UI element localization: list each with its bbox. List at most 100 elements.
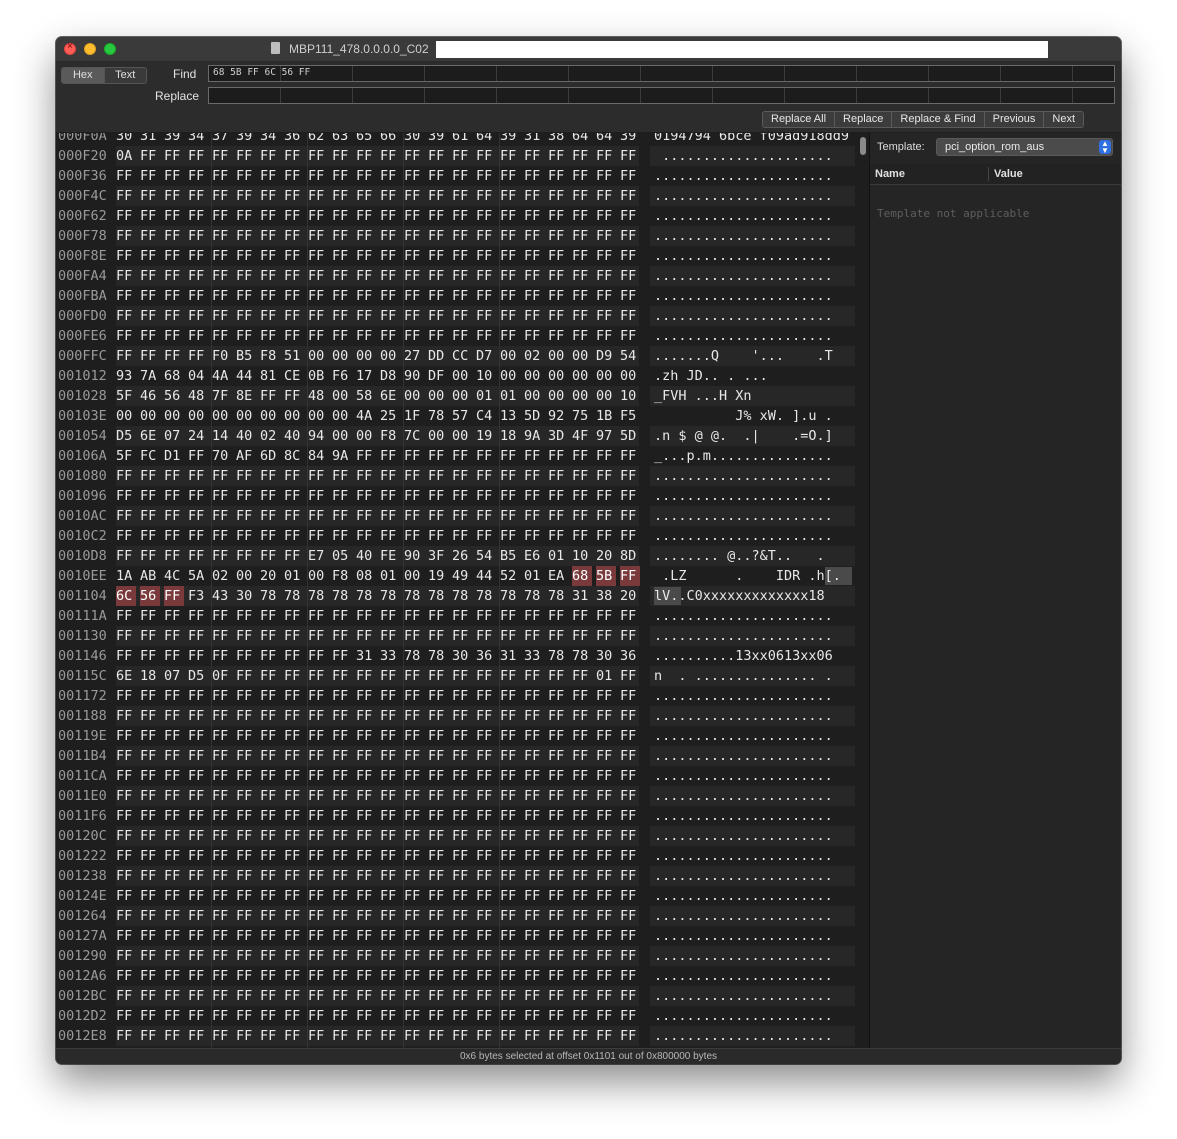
hex-row[interactable]: 001054 D5 6E 07 24 14 40 02 40 94 00 00 F8 7C 00 00 19 18…	[56, 426, 856, 446]
hex-byte[interactable]: FF	[308, 866, 328, 886]
hex-byte[interactable]: FF	[164, 146, 184, 166]
hex-byte[interactable]: FF	[260, 966, 280, 986]
hex-byte[interactable]: 39	[620, 133, 640, 146]
hex-byte[interactable]: FF	[140, 486, 160, 506]
hex-byte[interactable]: FF	[284, 946, 304, 966]
hex-byte[interactable]: FF	[428, 826, 448, 846]
hex-byte[interactable]: F8	[260, 346, 280, 366]
hex-byte[interactable]: FF	[188, 966, 208, 986]
hex-byte[interactable]: FF	[500, 166, 520, 186]
hex-byte[interactable]: FF	[572, 446, 592, 466]
hex-byte[interactable]: FF	[452, 686, 472, 706]
hex-byte[interactable]: FF	[236, 546, 256, 566]
hex-byte[interactable]: FF	[332, 726, 352, 746]
hex-byte[interactable]: FF	[452, 846, 472, 866]
hex-byte[interactable]: FF	[476, 886, 496, 906]
hex-byte[interactable]: FF	[524, 846, 544, 866]
row-ascii[interactable]: ......................	[654, 706, 833, 726]
hex-byte[interactable]: FF	[524, 966, 544, 986]
hex-byte[interactable]: FF	[500, 886, 520, 906]
hex-byte[interactable]: FF	[308, 326, 328, 346]
hex-byte[interactable]: FF	[476, 1026, 496, 1046]
hex-byte[interactable]: FF	[548, 726, 568, 746]
hex-byte[interactable]: FF	[596, 986, 616, 1006]
hex-byte[interactable]: FF	[332, 266, 352, 286]
hex-byte[interactable]: FF	[236, 786, 256, 806]
hex-byte[interactable]: 64	[572, 133, 592, 146]
hex-byte[interactable]: FF	[476, 826, 496, 846]
hex-byte[interactable]: FF	[140, 166, 160, 186]
hex-byte[interactable]: FF	[188, 606, 208, 626]
hex-byte[interactable]: FF	[476, 746, 496, 766]
hex-byte[interactable]: FF	[500, 626, 520, 646]
hex-byte[interactable]: FF	[140, 206, 160, 226]
hex-byte[interactable]: 00	[524, 386, 544, 406]
hex-byte[interactable]: 00	[548, 366, 568, 386]
hex-byte[interactable]: 00	[260, 406, 280, 426]
hex-byte[interactable]: FF	[404, 146, 424, 166]
hex-byte[interactable]: FF	[356, 446, 376, 466]
hex-byte[interactable]: FF	[140, 686, 160, 706]
hex-byte[interactable]: FF	[428, 626, 448, 646]
hex-byte[interactable]: 66	[380, 133, 400, 146]
hex-byte[interactable]: FF	[212, 726, 232, 746]
hex-byte[interactable]: FF	[380, 246, 400, 266]
hex-byte[interactable]: FF	[260, 766, 280, 786]
hex-byte[interactable]: FF	[332, 926, 352, 946]
hex-byte[interactable]: FF	[164, 226, 184, 246]
hex-byte[interactable]: FF	[428, 786, 448, 806]
hex-byte[interactable]: 5D	[524, 406, 544, 426]
hex-byte[interactable]: FF	[620, 826, 640, 846]
hex-byte[interactable]: FF	[572, 246, 592, 266]
hex-byte[interactable]: 00	[308, 346, 328, 366]
hex-byte[interactable]: FF	[212, 146, 232, 166]
hex-byte[interactable]: FF	[620, 566, 640, 586]
row-ascii[interactable]: ......................	[654, 886, 833, 906]
hex-byte[interactable]: FF	[236, 246, 256, 266]
hex-byte[interactable]: FF	[212, 746, 232, 766]
hex-row[interactable]: 001290 FF FF FF FF FF FF FF FF FF FF FF FF FF FF FF FF FF…	[56, 946, 856, 966]
hex-byte[interactable]: FF	[500, 186, 520, 206]
hex-byte[interactable]: 54	[620, 346, 640, 366]
hex-byte[interactable]: FF	[548, 606, 568, 626]
hex-byte[interactable]: FF	[476, 806, 496, 826]
hex-byte[interactable]: FF	[212, 786, 232, 806]
hex-byte[interactable]: FF	[356, 1006, 376, 1026]
hex-byte[interactable]: 70	[212, 446, 232, 466]
hex-byte[interactable]: FF	[380, 706, 400, 726]
hex-byte[interactable]: FF	[188, 346, 208, 366]
hex-byte[interactable]: FF	[356, 846, 376, 866]
hex-byte[interactable]: FF	[356, 286, 376, 306]
hex-byte[interactable]: 78	[404, 646, 424, 666]
hex-byte[interactable]: FF	[524, 826, 544, 846]
hex-byte[interactable]: FF	[284, 686, 304, 706]
hex-byte[interactable]: FF	[572, 806, 592, 826]
hex-byte[interactable]: 02	[212, 566, 232, 586]
hex-byte[interactable]: 20	[620, 586, 640, 606]
row-ascii[interactable]: ......................	[654, 626, 833, 646]
hex-byte[interactable]: FF	[404, 886, 424, 906]
replace-button[interactable]: Replace	[835, 112, 893, 127]
hex-byte[interactable]: FF	[236, 946, 256, 966]
hex-byte[interactable]: FF	[332, 506, 352, 526]
hex-byte[interactable]: FF	[452, 866, 472, 886]
hex-byte[interactable]: FF	[620, 326, 640, 346]
hex-byte[interactable]: 78	[428, 586, 448, 606]
hex-byte[interactable]: DD	[428, 346, 448, 366]
hex-byte[interactable]: FF	[380, 226, 400, 246]
hex-byte[interactable]: 00	[236, 566, 256, 586]
hex-byte[interactable]: 00	[212, 406, 232, 426]
hex-byte[interactable]: FF	[404, 986, 424, 1006]
hex-byte[interactable]: 57	[452, 406, 472, 426]
hex-byte[interactable]: 40	[236, 426, 256, 446]
hex-byte[interactable]: FF	[476, 626, 496, 646]
hex-byte[interactable]: FF	[500, 786, 520, 806]
hex-byte[interactable]: F0	[212, 346, 232, 366]
hex-byte[interactable]: 8D	[620, 546, 640, 566]
hex-byte[interactable]: FF	[404, 706, 424, 726]
row-ascii[interactable]: ......................	[654, 786, 833, 806]
hex-byte[interactable]: FF	[164, 966, 184, 986]
hex-byte[interactable]: FF	[428, 686, 448, 706]
hex-byte[interactable]: FF	[116, 766, 136, 786]
hex-byte[interactable]: FF	[476, 706, 496, 726]
